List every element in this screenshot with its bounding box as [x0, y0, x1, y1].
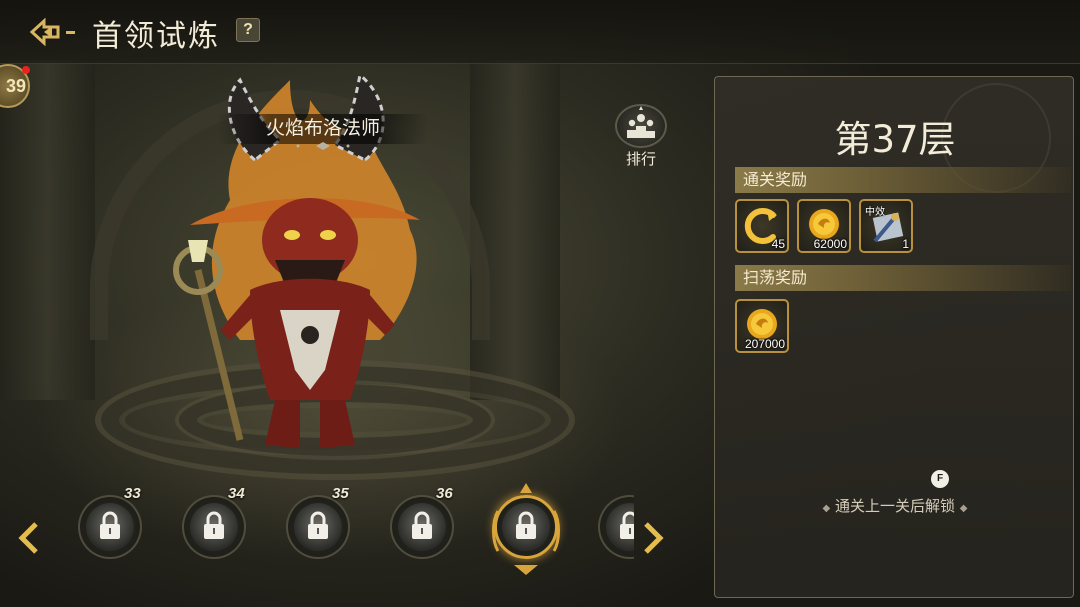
reward-quantity: 45 — [771, 237, 785, 251]
reward-tag: 中效 — [865, 207, 885, 218]
level-node-34[interactable]: 34 — [174, 485, 254, 567]
floor-info-panel: 第37层 通关奖励 45 62000 中效 1 扫荡奖励 207000 F ◆ … — [714, 76, 1074, 598]
level-number: 36 — [436, 485, 453, 502]
page-title: 首领试炼 — [92, 19, 220, 54]
reward-quantity: 207000 — [744, 337, 785, 351]
ranking-button[interactable]: 排行 — [612, 104, 670, 172]
sweep-rewards-header: 扫荡奖励 — [735, 265, 1071, 291]
reward-item[interactable]: 中效 1 — [859, 199, 913, 253]
reward-item[interactable]: 45 — [735, 199, 789, 253]
diamond-ornament-icon: ◆ — [822, 503, 831, 514]
lock-icon — [308, 511, 328, 539]
floor-title: 第37层 — [834, 118, 956, 161]
notification-dot — [22, 66, 30, 74]
reward-item[interactable]: 207000 — [735, 299, 789, 353]
trophy-podium-icon — [627, 106, 655, 138]
prev-level-arrow-icon[interactable] — [18, 520, 40, 556]
ranking-label: 排行 — [625, 150, 656, 168]
reward-quantity: 62000 — [813, 237, 847, 251]
name-ornament — [296, 142, 350, 150]
diamond-ornament-icon: ◆ — [959, 503, 968, 514]
level-node-36[interactable]: 36 — [382, 485, 462, 567]
top-bar: 首领试炼 ? — [0, 0, 1080, 64]
level-number: 35 — [332, 485, 349, 502]
clear-rewards-header: 通关奖励 — [735, 167, 1071, 193]
level-node-33[interactable]: 33 — [70, 485, 150, 567]
level-node-current[interactable] — [486, 483, 566, 575]
level-number: 33 — [124, 485, 141, 502]
level-node-35[interactable]: 35 — [278, 485, 358, 567]
back-arrow-icon[interactable] — [28, 12, 80, 52]
lock-icon — [204, 511, 224, 539]
boss-name-label: 火焰布洛法师 — [218, 114, 428, 144]
f-key-hint: F — [931, 470, 949, 488]
next-level-arrow-icon[interactable] — [642, 520, 664, 556]
lock-icon — [516, 511, 536, 539]
level-carousel: 33 34 35 36 — [60, 470, 634, 590]
lock-icon — [620, 511, 634, 539]
reward-quantity: 1 — [902, 237, 909, 251]
level-number: 34 — [228, 485, 245, 502]
lock-icon — [100, 511, 120, 539]
lock-icon — [412, 511, 432, 539]
level-node-next[interactable] — [590, 487, 634, 567]
help-button[interactable]: ? — [236, 18, 260, 42]
unlock-hint: ◆ 通关上一关后解锁 ◆ — [822, 497, 968, 515]
reward-item[interactable]: 62000 — [797, 199, 851, 253]
